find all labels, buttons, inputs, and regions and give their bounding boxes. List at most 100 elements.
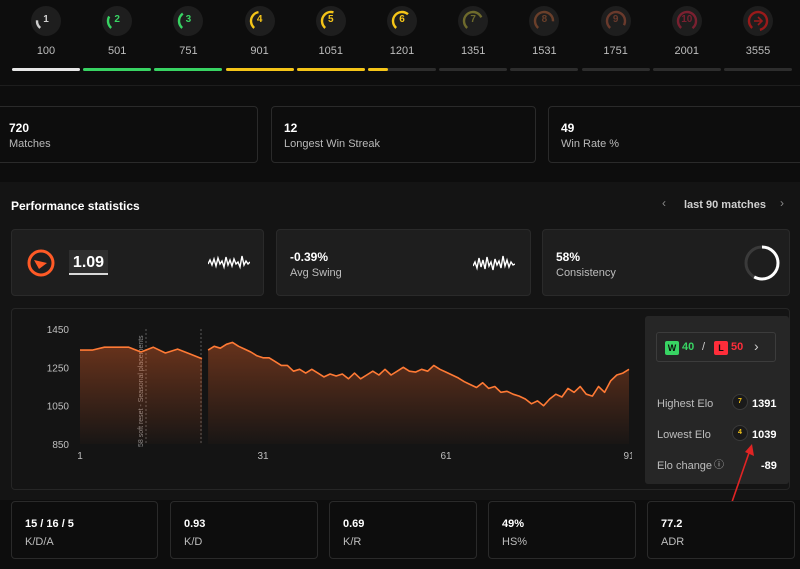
x-tick-label: 1 (77, 451, 83, 462)
prev-range-button[interactable]: ‹ (662, 196, 666, 210)
level-threshold: 751 (179, 45, 198, 57)
level-item: 5 1051 (296, 6, 366, 57)
level-threshold: 1051 (318, 45, 344, 57)
adr-label: ADR (661, 536, 685, 548)
level-badge-icon: 9 (600, 6, 631, 36)
level-item: 10 2001 (652, 6, 722, 57)
level-progress-bar (724, 68, 792, 71)
level-threshold: 3555 (745, 45, 771, 57)
kda-label: K/D/A (25, 536, 54, 548)
rating-card: 1.09 (11, 229, 264, 296)
performance-title: Performance statistics (11, 199, 140, 213)
loss-badge: L (714, 341, 728, 355)
range-label[interactable]: last 90 matches (684, 199, 766, 211)
level-progress-fill (83, 68, 152, 71)
avg-swing-card: -0.39% Avg Swing (276, 229, 531, 296)
win-badge: W (665, 341, 679, 355)
level-progress-fill (225, 68, 294, 71)
win-loss-record[interactable]: W 40 / L 50 › (656, 332, 776, 362)
y-tick-label: 1050 (47, 402, 70, 413)
x-tick-label: 91 (623, 451, 632, 462)
level-progress-bar (510, 68, 579, 71)
level-number: 5 (328, 14, 334, 25)
y-tick-label: 1450 (47, 325, 70, 336)
consistency-label: Consistency (556, 267, 616, 279)
performance-panel: Performance statistics ‹ last 90 matches… (0, 182, 800, 500)
level-number: 1 (43, 14, 49, 25)
consistency-ring (744, 245, 780, 281)
level-progress-bar (581, 68, 650, 71)
elo-area (80, 347, 202, 444)
adr-card: 77.2 ADR (647, 501, 795, 559)
level-badge-icon (743, 6, 773, 36)
x-tick-label: 61 (440, 451, 452, 462)
win-rate-card: 49 Win Rate % (548, 106, 800, 163)
level-progress-fill (368, 68, 389, 71)
kr-label: K/R (343, 536, 362, 548)
level-number: 10 (681, 14, 693, 25)
level-number: 4 (256, 14, 263, 25)
level-number: 9 (612, 14, 619, 25)
next-range-button[interactable]: › (780, 196, 784, 210)
level-badge-icon: 7 (458, 6, 489, 36)
hs-label: HS% (502, 536, 528, 548)
level-badge-icon: 8 (529, 6, 560, 36)
kd-label: K/D (184, 536, 203, 548)
level-item: 6 1201 (367, 6, 437, 57)
kda-card: 15 / 16 / 5 K/D/A (11, 501, 158, 559)
consistency-card: 58% Consistency (542, 229, 790, 296)
win-streak-label: Longest Win Streak (284, 138, 380, 150)
level-number: 2 (114, 14, 120, 25)
consistency-value: 58% (556, 250, 581, 264)
win-streak-value: 12 (284, 121, 298, 135)
level-badge-icon: 1 (31, 6, 61, 36)
losses-value: 50 (731, 341, 744, 353)
wins-value: 40 (682, 341, 695, 353)
level-item: 4 901 (225, 6, 295, 57)
level-threshold: 901 (250, 45, 269, 57)
y-tick-label: 850 (52, 440, 69, 451)
rating-value: 1.09 (69, 250, 108, 275)
hs-card: 49% HS% (488, 501, 636, 559)
level-threshold: 100 (36, 45, 56, 57)
record-chevron-icon: › (754, 338, 759, 354)
avg-swing-label: Avg Swing (290, 267, 342, 279)
avg-swing-value: -0.39% (290, 250, 329, 264)
rating-sparkline (208, 255, 250, 270)
matches-card: 720 Matches (0, 106, 258, 163)
level-badge-icon: 2 (102, 6, 133, 36)
kd-card: 0.93 K/D (170, 501, 318, 559)
level-number: 7 (470, 14, 476, 25)
level-threshold: 1201 (389, 45, 415, 57)
record-separator: / (702, 341, 706, 353)
level-badge-icon: 6 (387, 6, 417, 36)
level-progress-bar (12, 68, 80, 71)
level-threshold: 501 (108, 45, 127, 57)
highest-elo-label: Highest Elo (657, 398, 714, 410)
win-rate-value: 49 (561, 121, 575, 135)
level-number: 6 (399, 14, 405, 25)
y-tick-label: 1250 (47, 363, 70, 374)
win-rate-label: Win Rate % (561, 138, 620, 150)
level-item: 3 751 (153, 6, 223, 57)
level-progress-fill (154, 68, 223, 71)
level-item: 3555 (723, 6, 793, 57)
level-threshold: 1751 (603, 45, 628, 57)
level-progress-bar (368, 68, 436, 71)
level-progress-bar (439, 68, 508, 71)
level-threshold: 2001 (674, 45, 700, 57)
win-streak-card: 12 Longest Win Streak (271, 106, 536, 163)
level-number: 3 (185, 14, 192, 25)
level-badge-icon: 3 (173, 6, 204, 36)
elo-line-chart: 145012501050850131619158 soft reset - Se… (47, 325, 632, 462)
level-progress-fill (296, 68, 365, 71)
matches-label: Matches (9, 138, 51, 150)
highest-elo-badge-num: 7 (738, 398, 742, 405)
matches-value: 720 (9, 121, 30, 135)
kr-value: 0.69 (343, 518, 365, 530)
level-item: 8 1531 (509, 6, 579, 57)
level-item: 1 100 (11, 6, 81, 57)
level-progress-bar (83, 68, 152, 71)
hs-value: 49% (502, 518, 525, 530)
level-progress-fill (12, 68, 80, 71)
